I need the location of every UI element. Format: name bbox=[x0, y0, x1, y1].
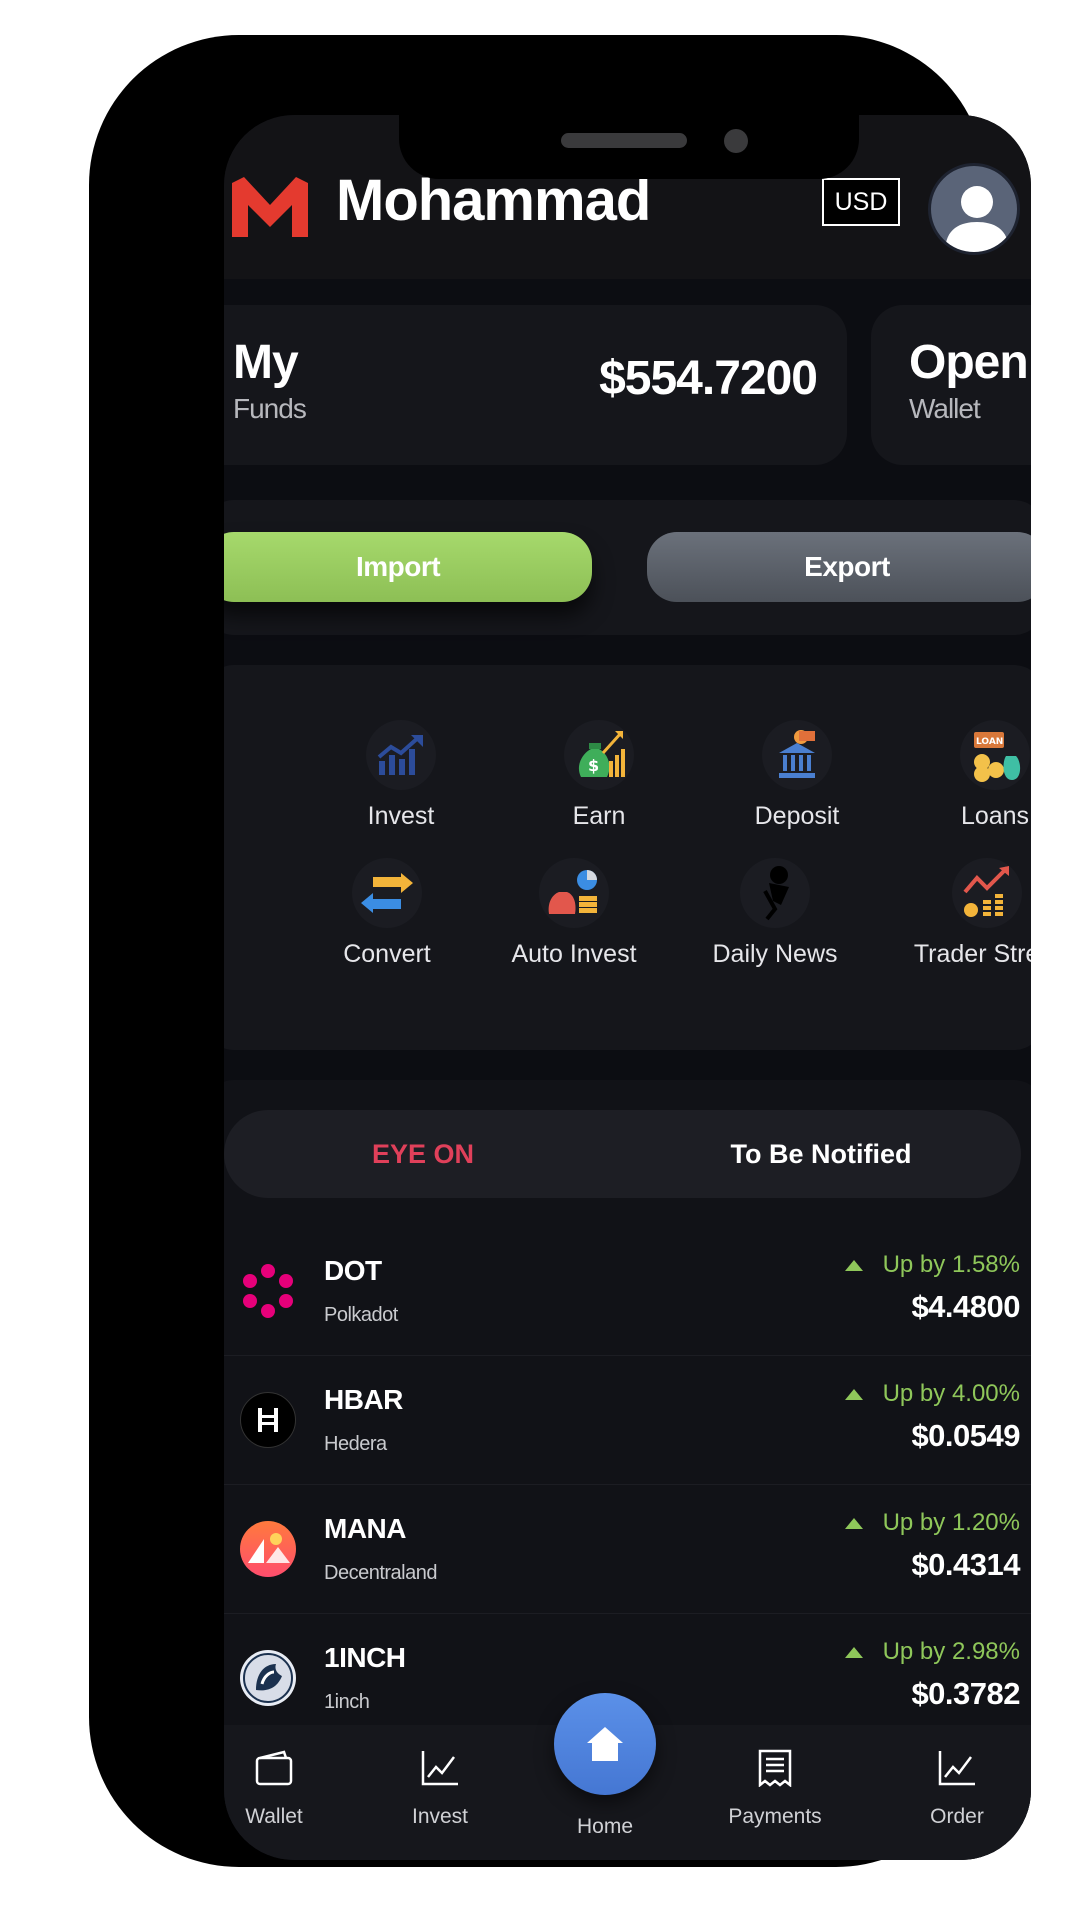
coin-change: Up by 1.20% bbox=[844, 1509, 1020, 1537]
service-label: Deposit bbox=[754, 802, 840, 830]
tab-eye-on[interactable]: EYE ON bbox=[224, 1110, 622, 1198]
up-arrow-icon bbox=[844, 1647, 863, 1659]
nav-label: Wallet bbox=[245, 1805, 303, 1828]
export-button[interactable]: Export bbox=[647, 532, 1031, 602]
wallet-icon bbox=[224, 1743, 339, 1793]
coin-symbol: HBAR bbox=[324, 1384, 403, 1415]
camera bbox=[724, 129, 748, 153]
coin-row[interactable]: DOT Polkadot Up by 1.58% $4.4800 bbox=[224, 1227, 1031, 1356]
tab-to-be-notified[interactable]: To Be Notified bbox=[622, 1110, 1020, 1198]
service-auto-invest[interactable]: Auto Invest bbox=[479, 858, 669, 969]
polkadot-icon bbox=[240, 1263, 296, 1319]
coin-row[interactable]: HBAR Hedera Up by 4.00% $0.0549 bbox=[224, 1356, 1031, 1485]
currency-selector[interactable]: USD bbox=[822, 178, 900, 226]
nav-order[interactable]: Order bbox=[892, 1725, 1022, 1829]
bank-icon bbox=[762, 720, 832, 790]
service-label: Trader Street bbox=[913, 940, 1031, 968]
coin-row[interactable]: MANA Decentraland Up by 1.20% $0.4314 bbox=[224, 1485, 1031, 1614]
coin-price: $0.4314 bbox=[911, 1547, 1020, 1582]
nav-label: Invest bbox=[411, 1805, 469, 1828]
service-label: Auto Invest bbox=[511, 940, 637, 968]
trading-chart-icon bbox=[952, 858, 1022, 928]
coin-name: Polkadot bbox=[324, 1304, 398, 1326]
loan-icon: LOAN bbox=[960, 720, 1030, 790]
watchlist-tabs: EYE ON To Be Notified bbox=[224, 1110, 1021, 1198]
coin-change: Up by 2.98% bbox=[844, 1638, 1020, 1666]
exchange-arrows-icon bbox=[352, 858, 422, 928]
wallet-subtitle: Wallet bbox=[909, 393, 981, 424]
nav-wallet[interactable]: Wallet bbox=[224, 1725, 339, 1829]
nav-label: Payments bbox=[728, 1805, 822, 1828]
service-loans[interactable]: LOAN Loans bbox=[900, 720, 1031, 831]
service-invest[interactable]: Invest bbox=[306, 720, 496, 831]
services-grid: Invest $ Earn Deposit LOAN Loans Convert… bbox=[224, 665, 1031, 1050]
nav-label: Order bbox=[930, 1805, 984, 1828]
wallet-title: Open bbox=[909, 336, 1029, 389]
service-label: Daily News bbox=[712, 940, 838, 968]
1inch-icon bbox=[240, 1650, 296, 1706]
receipt-icon bbox=[710, 1743, 840, 1793]
up-arrow-icon bbox=[844, 1518, 863, 1530]
coin-price: $0.3782 bbox=[911, 1676, 1020, 1711]
nav-payments[interactable]: Payments bbox=[710, 1725, 840, 1829]
coin-change: Up by 1.58% bbox=[844, 1251, 1020, 1279]
line-chart-icon bbox=[892, 1743, 1022, 1793]
coin-name: Decentraland bbox=[324, 1562, 437, 1584]
funds-amount: $554.7200 bbox=[599, 352, 818, 405]
chart-up-icon bbox=[366, 720, 436, 790]
m-logo-icon[interactable] bbox=[230, 175, 310, 239]
money-bag-icon: $ bbox=[564, 720, 634, 790]
nav-invest[interactable]: Invest bbox=[375, 1725, 505, 1829]
phone-frame: Mohammad USD My Funds $554.7200 Open Wal… bbox=[89, 35, 1031, 1867]
actions-panel: Import Export bbox=[224, 500, 1031, 635]
service-label: Invest bbox=[367, 802, 435, 830]
service-trader-street[interactable]: Trader Street bbox=[892, 858, 1031, 969]
home-icon bbox=[587, 1727, 623, 1761]
coin-name: 1inch bbox=[324, 1691, 370, 1713]
hedera-icon bbox=[240, 1392, 296, 1448]
service-label: Convert bbox=[343, 940, 431, 968]
open-wallet-card[interactable]: Open Wallet bbox=[871, 305, 1031, 465]
service-convert[interactable]: Convert bbox=[292, 858, 482, 969]
auto-invest-icon bbox=[539, 858, 609, 928]
decentraland-icon bbox=[240, 1521, 296, 1577]
funds-subtitle: Funds bbox=[233, 393, 307, 424]
coin-symbol: 1INCH bbox=[324, 1642, 406, 1673]
up-arrow-icon bbox=[844, 1260, 863, 1272]
funds-card[interactable]: My Funds $554.7200 bbox=[224, 305, 847, 465]
coin-change: Up by 4.00% bbox=[844, 1380, 1020, 1408]
speaker bbox=[561, 133, 687, 148]
coin-symbol: DOT bbox=[324, 1255, 382, 1286]
service-earn[interactable]: $ Earn bbox=[504, 720, 694, 831]
import-button[interactable]: Import bbox=[224, 532, 592, 602]
service-daily-news[interactable]: Daily News bbox=[680, 858, 870, 969]
megaphone-icon bbox=[740, 858, 810, 928]
service-deposit[interactable]: Deposit bbox=[702, 720, 892, 831]
app-screen: Mohammad USD My Funds $554.7200 Open Wal… bbox=[224, 115, 1031, 1860]
user-avatar-icon[interactable] bbox=[928, 163, 1020, 255]
notch bbox=[399, 115, 859, 179]
coin-price: $0.0549 bbox=[911, 1418, 1020, 1453]
home-button[interactable] bbox=[554, 1693, 656, 1795]
service-label: Earn bbox=[572, 802, 626, 830]
coin-price: $4.4800 bbox=[911, 1289, 1020, 1324]
svg-text:LOAN: LOAN bbox=[976, 737, 1003, 747]
coin-name: Hedera bbox=[324, 1433, 387, 1455]
coin-symbol: MANA bbox=[324, 1513, 407, 1544]
up-arrow-icon bbox=[844, 1389, 863, 1401]
line-chart-icon bbox=[375, 1743, 505, 1793]
funds-title: My bbox=[233, 336, 299, 389]
nav-home-label: Home bbox=[576, 1815, 634, 1838]
svg-text:$: $ bbox=[588, 756, 599, 775]
service-label: Loans bbox=[960, 802, 1030, 830]
